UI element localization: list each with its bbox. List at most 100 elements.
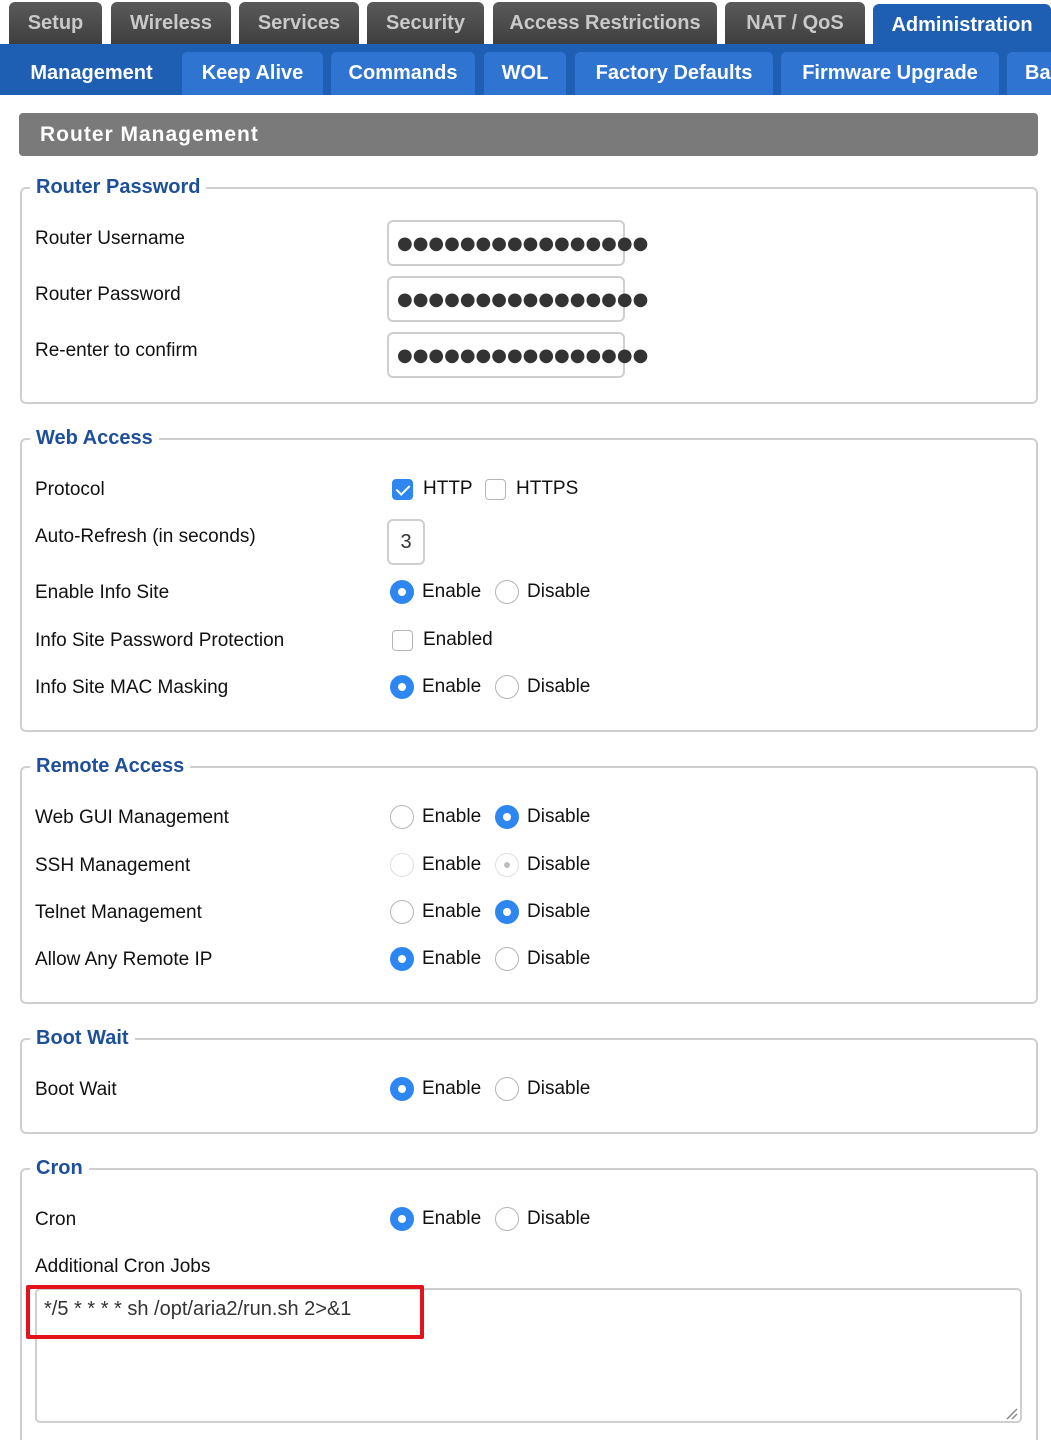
enable-label: Enable xyxy=(422,1208,482,1229)
tab-wireless[interactable]: Wireless xyxy=(111,2,231,44)
disable-label: Disable xyxy=(527,806,591,827)
protocol-https-option[interactable]: HTTPS xyxy=(485,478,578,500)
info-site-enable-radio[interactable] xyxy=(390,580,414,604)
ssh-disable: Disable xyxy=(495,853,590,877)
any-ip-enable[interactable]: Enable xyxy=(390,947,481,971)
disable-label: Disable xyxy=(527,901,591,922)
info-site-disable-radio[interactable] xyxy=(495,580,519,604)
resize-grip-icon[interactable] xyxy=(1004,1406,1018,1420)
info-site-enable[interactable]: Enable xyxy=(390,580,481,604)
confirm-password-input[interactable]: ●●●●●●●●●●●●●●●● xyxy=(387,332,648,378)
enable-label: Enable xyxy=(422,806,482,827)
ssh-enable-radio xyxy=(390,853,414,877)
cron-label: Cron xyxy=(35,1209,77,1230)
web-access-legend: Web Access xyxy=(36,427,153,449)
telnet-label: Telnet Management xyxy=(35,902,202,923)
router-password-label: Router Password xyxy=(35,284,181,305)
protocol-label: Protocol xyxy=(35,479,105,500)
http-checkbox[interactable] xyxy=(392,478,413,500)
mac-mask-enable[interactable]: Enable xyxy=(390,675,481,699)
ssh-label: SSH Management xyxy=(35,855,191,876)
web-gui-label: Web GUI Management xyxy=(35,807,229,828)
web-gui-enable[interactable]: Enable xyxy=(390,805,481,829)
boot-wait-enable-radio[interactable] xyxy=(390,1077,414,1101)
any-ip-disable-radio[interactable] xyxy=(495,947,519,971)
confirm-password-label: Re-enter to confirm xyxy=(35,340,198,361)
tab-setup[interactable]: Setup xyxy=(9,2,102,44)
web-gui-enable-radio[interactable] xyxy=(390,805,414,829)
sub-tab-bar: Management Keep Alive Commands WOL Facto… xyxy=(0,44,1051,95)
router-username-label: Router Username xyxy=(35,228,185,249)
cron-enable[interactable]: Enable xyxy=(390,1207,481,1231)
cron-disable-radio[interactable] xyxy=(495,1207,519,1231)
mac-mask-disable-radio[interactable] xyxy=(495,675,519,699)
enable-label: Enable xyxy=(422,948,482,969)
any-ip-disable[interactable]: Disable xyxy=(495,947,590,971)
protocol-http-option[interactable]: HTTP xyxy=(392,478,473,500)
subtab-keep-alive[interactable]: Keep Alive xyxy=(182,52,323,95)
ssh-enable: Enable xyxy=(390,853,481,877)
info-pw-option[interactable]: Enabled xyxy=(392,629,493,651)
router-password-legend: Router Password xyxy=(36,176,201,198)
router-password-input[interactable]: ●●●●●●●●●●●●●●●● xyxy=(387,276,648,322)
info-pw-enabled-label: Enabled xyxy=(423,629,493,650)
info-site-label: Enable Info Site xyxy=(35,582,170,603)
auto-refresh-input[interactable]: 3 xyxy=(387,519,425,565)
ssh-disable-radio xyxy=(495,853,519,877)
telnet-disable[interactable]: Disable xyxy=(495,900,590,924)
info-site-disable[interactable]: Disable xyxy=(495,580,590,604)
info-pw-checkbox[interactable] xyxy=(392,629,413,651)
https-checkbox[interactable] xyxy=(485,478,506,500)
tab-security[interactable]: Security xyxy=(367,2,484,44)
tab-services[interactable]: Services xyxy=(239,2,359,44)
subtab-commands[interactable]: Commands xyxy=(331,52,475,95)
boot-wait-enable[interactable]: Enable xyxy=(390,1077,481,1101)
enable-label: Enable xyxy=(422,676,482,697)
boot-wait-label: Boot Wait xyxy=(35,1079,117,1100)
tab-administration[interactable]: Administration xyxy=(873,4,1051,46)
boot-wait-legend: Boot Wait xyxy=(36,1027,129,1049)
https-label: HTTPS xyxy=(516,478,579,499)
http-label: HTTP xyxy=(423,478,473,499)
cron-disable[interactable]: Disable xyxy=(495,1207,590,1231)
enable-label: Enable xyxy=(422,901,482,922)
telnet-enable-radio[interactable] xyxy=(390,900,414,924)
any-ip-label: Allow Any Remote IP xyxy=(35,949,213,970)
boot-wait-disable[interactable]: Disable xyxy=(495,1077,590,1101)
mac-mask-label: Info Site MAC Masking xyxy=(35,677,229,698)
subtab-factory-defaults[interactable]: Factory Defaults xyxy=(575,52,773,95)
tab-nat-qos[interactable]: NAT / QoS xyxy=(725,2,865,44)
web-gui-disable-radio[interactable] xyxy=(495,805,519,829)
enable-label: Enable xyxy=(422,581,482,602)
disable-label: Disable xyxy=(527,1078,591,1099)
remote-access-legend: Remote Access xyxy=(36,755,185,777)
router-username-input[interactable]: ●●●●●●●●●●●●●●●● xyxy=(387,220,648,266)
subtab-backup[interactable]: Ba xyxy=(1007,52,1051,95)
subtab-firmware-upgrade[interactable]: Firmware Upgrade xyxy=(781,52,999,95)
mac-mask-enable-radio[interactable] xyxy=(390,675,414,699)
subtab-management[interactable]: Management xyxy=(10,52,173,95)
any-ip-enable-radio[interactable] xyxy=(390,947,414,971)
auto-refresh-label: Auto-Refresh (in seconds) xyxy=(35,526,256,547)
disable-label: Disable xyxy=(527,676,591,697)
cron-jobs-label: Additional Cron Jobs xyxy=(35,1256,211,1277)
top-tab-bar: Setup Wireless Services Security Access … xyxy=(0,0,1051,46)
telnet-disable-radio[interactable] xyxy=(495,900,519,924)
disable-label: Disable xyxy=(527,581,591,602)
highlight-annotation xyxy=(26,1285,424,1339)
web-gui-disable[interactable]: Disable xyxy=(495,805,590,829)
page-title: Router Management xyxy=(19,113,1038,156)
subtab-wol[interactable]: WOL xyxy=(484,52,566,95)
telnet-enable[interactable]: Enable xyxy=(390,900,481,924)
disable-label: Disable xyxy=(527,948,591,969)
cron-enable-radio[interactable] xyxy=(390,1207,414,1231)
cron-legend: Cron xyxy=(36,1157,83,1179)
enable-label: Enable xyxy=(422,854,482,875)
info-pw-label: Info Site Password Protection xyxy=(35,630,285,651)
mac-mask-disable[interactable]: Disable xyxy=(495,675,590,699)
boot-wait-disable-radio[interactable] xyxy=(495,1077,519,1101)
enable-label: Enable xyxy=(422,1078,482,1099)
disable-label: Disable xyxy=(527,854,591,875)
tab-access-restrictions[interactable]: Access Restrictions xyxy=(493,2,717,44)
disable-label: Disable xyxy=(527,1208,591,1229)
